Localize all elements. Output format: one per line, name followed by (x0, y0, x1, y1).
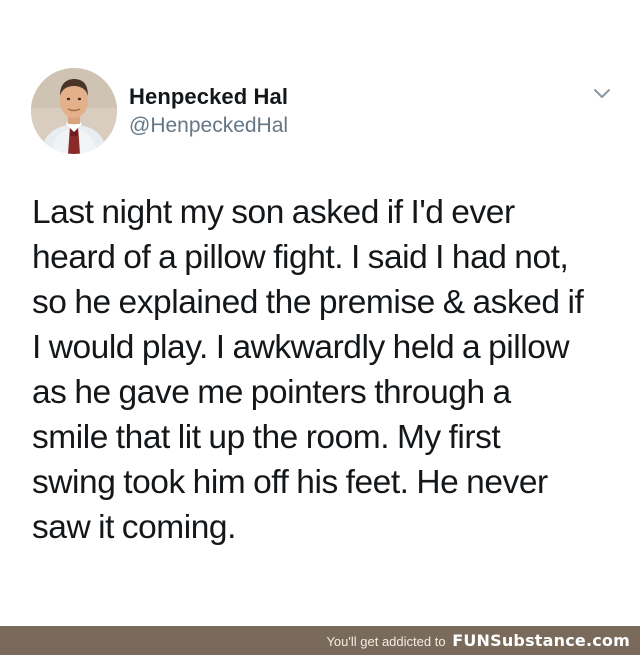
tweet-text: Last night my son asked if I'd ever hear… (32, 190, 622, 550)
tweet-text-line: heard of a pillow fight. I said I had no… (32, 239, 569, 276)
chevron-down-icon[interactable] (590, 84, 614, 102)
tweet-text-line: I would play. I awkwardly held a pillow (32, 329, 570, 366)
watermark-text: You'll get addicted to FUNSubstance.com (326, 631, 630, 650)
tweet-text-line: swing took him off his feet. He never (32, 464, 548, 501)
display-name[interactable]: Henpecked Hal (129, 84, 288, 110)
watermark-footer: You'll get addicted to FUNSubstance.com (0, 626, 640, 655)
tweet-text-line: saw it coming. (32, 509, 236, 546)
profile-photo (31, 68, 117, 154)
watermark-tagline: You'll get addicted to (326, 634, 446, 649)
tweet-text-line: smile that lit up the room. My first (32, 419, 501, 456)
tweet-text-line: Last night my son asked if I'd ever (32, 194, 515, 231)
user-handle[interactable]: @HenpeckedHal (129, 114, 288, 138)
avatar[interactable] (31, 68, 117, 154)
tweet-card: Henpecked Hal @HenpeckedHal Last night m… (0, 0, 640, 626)
tweet-text-line: so he explained the premise & asked if (32, 284, 584, 321)
tweet-text-line: as he gave me pointers through a (32, 374, 511, 411)
watermark-brand[interactable]: FUNSubstance.com (452, 631, 630, 650)
